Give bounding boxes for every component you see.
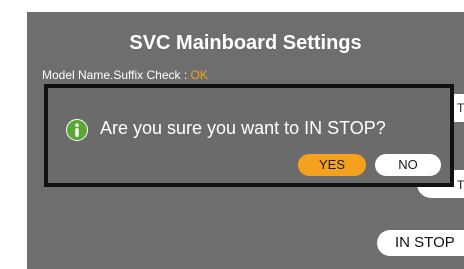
model-check-status: Model Name.Suffix Check : OK [42, 68, 208, 82]
menu-item-hidden-2-label: T [457, 178, 464, 192]
yes-button[interactable]: YES [298, 154, 366, 176]
info-icon [66, 119, 88, 141]
model-check-value: OK [190, 68, 208, 82]
model-check-label: Model Name.Suffix Check : [42, 68, 191, 82]
dialog-question: Are you sure you want to IN STOP? [100, 118, 386, 138]
menu-item-hidden-1-label: T [457, 101, 464, 115]
no-button[interactable]: NO [375, 154, 441, 176]
in-stop-button[interactable]: IN STOP [377, 230, 464, 256]
page-title: SVC Mainboard Settings [129, 32, 362, 54]
confirm-dialog: Are you sure you want to IN STOP? YES NO [44, 84, 454, 187]
